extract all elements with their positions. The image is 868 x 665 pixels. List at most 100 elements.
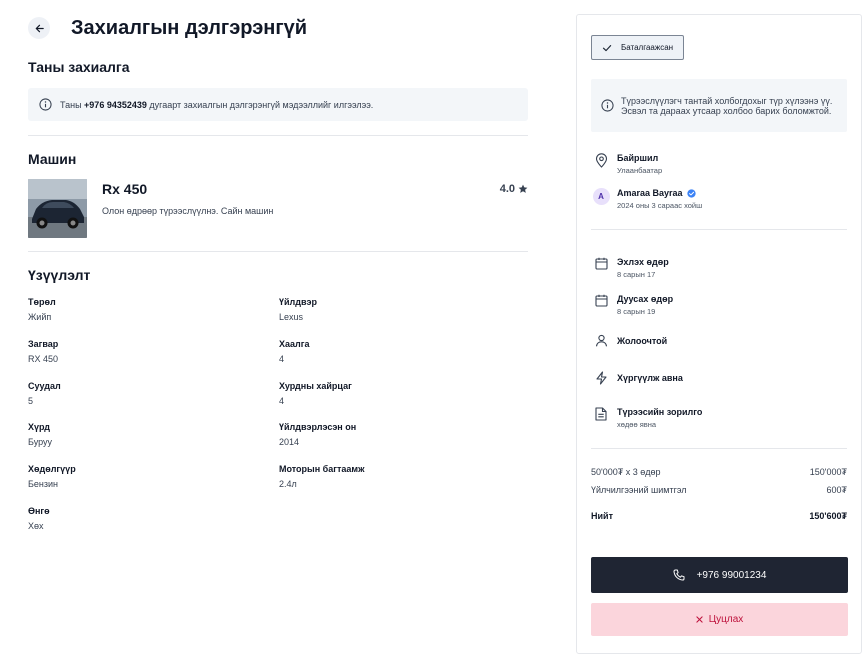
spec-label: Хаалга (279, 339, 310, 349)
notice-phone: +976 94352439 (84, 99, 147, 110)
page-header: Захиалгын дэлгэрэнгүй (28, 12, 528, 44)
owner-since: 2024 оны 3 сараас хойш (617, 201, 703, 210)
spec-value: 4 (279, 396, 285, 406)
spec-label: Хурдны хайрцаг (279, 381, 352, 391)
owner-item[interactable]: A Amaraa Bayraa 2024 оны 3 сараас хойш (591, 188, 847, 210)
owner-name: Amaraa Bayraa (617, 188, 683, 198)
spec-value: Жийп (28, 312, 52, 322)
cancel-button[interactable]: Цуцлах (591, 603, 848, 636)
spec-label: Үйлдвэр (279, 297, 317, 307)
end-date-item: Дуусах өдөр 8 сарын 19 (591, 294, 847, 316)
spec-value: Бензин (28, 479, 59, 489)
spec-seats: Суудал 5 (28, 381, 61, 406)
spec-value: 2014 (279, 437, 300, 447)
delivery-item: Хүргүүлж авна (591, 371, 847, 385)
notice-prefix: Таны (60, 99, 85, 110)
spec-label: Өнгө (28, 506, 50, 516)
spec-value: Буруу (28, 437, 53, 447)
spec-label: Хөдөлгүүр (28, 464, 76, 474)
contact-info-box: Түрээслүүлэгч тантай холбогдохыг түр хүл… (591, 79, 847, 132)
price-line: 50'000₮ x 3 өдөр 150'000₮ (591, 467, 847, 477)
status-badge: Баталгаажсан (591, 35, 685, 60)
location-pin-icon (591, 153, 611, 168)
location-value: Улаанбаатар (617, 166, 663, 175)
car-section-title: Машин (28, 151, 77, 167)
total-label: Нийт (591, 511, 613, 521)
calendar-icon (591, 294, 611, 307)
info-icon (39, 98, 52, 111)
spec-type: Төрөл Жийп (28, 297, 56, 322)
check-icon (602, 44, 612, 51)
start-date-item: Эхлэх өдөр 8 сарын 17 (591, 257, 847, 279)
notice-suffix: дугаарт захиалгын дэлгэрэнгүй мэдээллийг… (146, 99, 374, 110)
star-icon (518, 184, 528, 193)
spec-engine: Хөдөлгүүр Бензин (28, 464, 76, 489)
owner-name-row: Amaraa Bayraa (617, 188, 702, 198)
service-fee-label: Үйлчилгээний шимтгэл (591, 485, 687, 495)
car-info: Rx 450 4.0 Олон өдрөөр түрээслүүлнэ. Сай… (102, 179, 528, 238)
document-icon (591, 407, 611, 421)
avatar-wrapper: A (591, 188, 611, 205)
divider (591, 448, 847, 449)
main-content: Захиалгын дэлгэрэнгүй Таны захиалга Таны… (28, 12, 528, 547)
car-rating: 4.0 (500, 183, 528, 195)
divider (591, 229, 847, 230)
spec-label: Үйлдвэрлэсэн он (279, 422, 357, 432)
order-notice: Таны +976 94352439 дугаарт захиалгын дэл… (28, 88, 528, 121)
specs-grid: Төрөл Жийп Үйлдвэр Lexus Загвар RX 450 Х… (28, 297, 528, 547)
service-fee-value: 600₮ (826, 485, 847, 495)
cancel-button-label: Цуцлах (708, 614, 744, 625)
back-button[interactable] (28, 17, 50, 39)
total-line: Нийт 150'600₮ (591, 511, 847, 521)
location-item: Байршил Улаанбаатар (591, 153, 847, 175)
call-button[interactable]: +976 99001234 (591, 557, 848, 593)
verified-badge-icon (686, 188, 696, 198)
car-description: Олон өдрөөр түрээслүүлнэ. Сайн машин (102, 206, 274, 216)
driver-label: Жолоочтой (617, 335, 668, 346)
delivery-label: Хүргүүлж авна (617, 373, 683, 383)
spec-value: Lexus (279, 312, 304, 322)
lightning-icon (591, 371, 611, 385)
total-value: 150'600₮ (809, 511, 847, 521)
spec-year: Үйлдвэрлэсэн он 2014 (279, 422, 356, 447)
spec-color: Өнгө Хөх (28, 506, 50, 531)
info-icon (601, 99, 614, 112)
driver-item: Жолоочтой (591, 334, 847, 347)
spec-label: Төрөл (28, 297, 56, 307)
car-photo (28, 179, 87, 238)
booking-panel: Баталгаажсан Түрээслүүлэгч тантай холбог… (576, 14, 862, 654)
car-card[interactable]: Rx 450 4.0 Олон өдрөөр түрээслүүлнэ. Сай… (28, 179, 528, 238)
service-fee-line: Үйлчилгээний шимтгэл 600₮ (591, 485, 847, 495)
spec-model: Загвар RX 450 (28, 339, 58, 364)
spec-value: 2.4л (279, 479, 297, 489)
spec-doors: Хаалга 4 (279, 339, 310, 364)
purpose-item: Түрээсийн зорилго хөдөө явна (591, 407, 847, 429)
spec-label: Моторын багтаамж (279, 464, 365, 474)
call-button-label: +976 99001234 (696, 569, 767, 581)
avatar: A (592, 188, 610, 205)
spec-gearbox: Хурдны хайрцаг 4 (279, 381, 352, 406)
start-date-title: Эхлэх өдөр (617, 257, 669, 267)
end-date-title: Дуусах өдөр (617, 294, 674, 304)
spec-value: 4 (279, 354, 285, 364)
divider (28, 251, 528, 252)
close-icon (696, 616, 703, 623)
back-arrow-icon (35, 24, 44, 32)
spec-steering: Хүрд Буруу (28, 422, 52, 447)
calendar-icon (591, 257, 611, 270)
user-icon (591, 334, 611, 347)
specs-section-title: Үзүүлэлт (28, 267, 91, 283)
spec-label: Хүрд (28, 422, 50, 432)
car-name-row: Rx 450 4.0 (102, 181, 528, 197)
spec-label: Суудал (28, 381, 61, 391)
spec-label: Загвар (28, 339, 59, 349)
phone-icon (673, 569, 685, 581)
page-title: Захиалгын дэлгэрэнгүй (71, 16, 308, 39)
start-date-value: 8 сарын 17 (617, 270, 656, 279)
order-section-title: Таны захиалга (28, 59, 130, 75)
location-title: Байршил (617, 153, 659, 163)
divider (28, 135, 528, 136)
purpose-value: хөдөө явна (617, 420, 657, 429)
spec-manufacturer: Үйлдвэр Lexus (279, 297, 317, 322)
price-line-value: 150'000₮ (809, 467, 847, 477)
